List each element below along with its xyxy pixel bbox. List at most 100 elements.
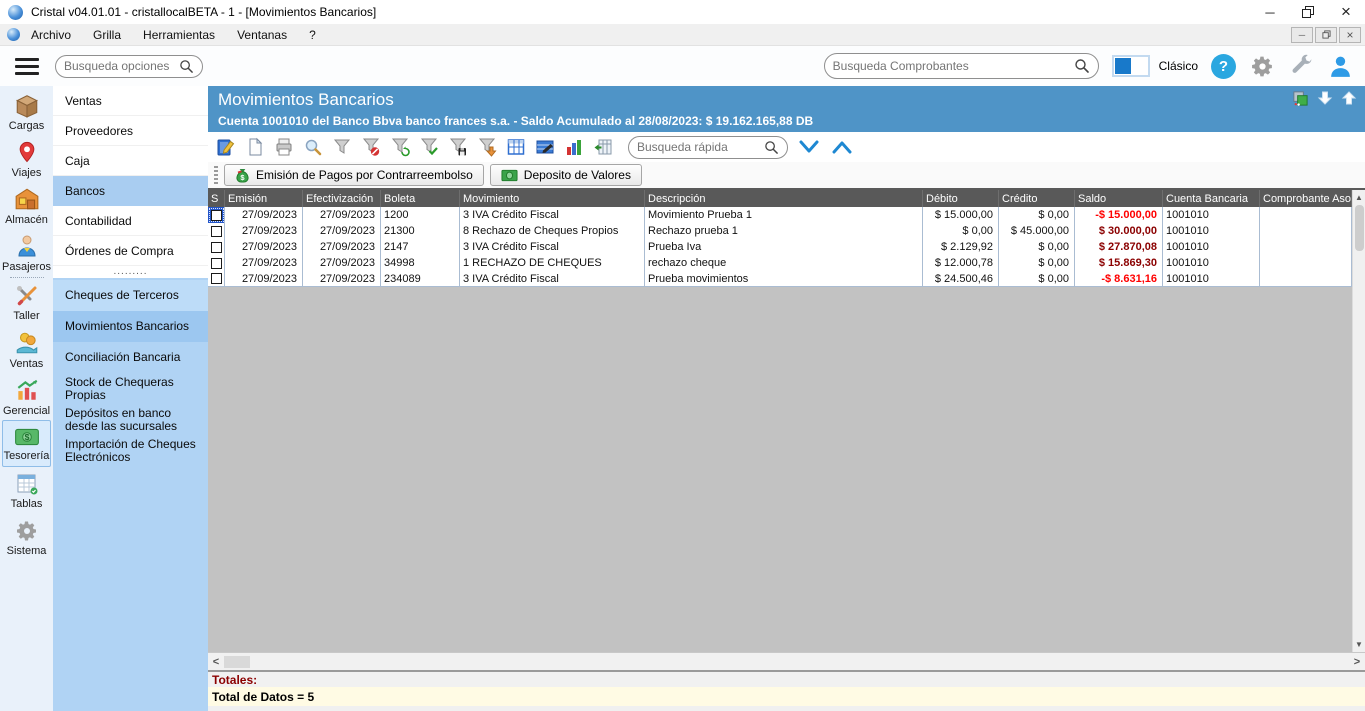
row-checkbox[interactable] bbox=[211, 273, 222, 284]
row-checkbox[interactable] bbox=[211, 210, 222, 221]
nav-item-taller[interactable]: Taller bbox=[2, 279, 51, 326]
user-icon[interactable] bbox=[1327, 53, 1353, 79]
quick-search[interactable] bbox=[628, 136, 788, 159]
search-records-icon[interactable] bbox=[303, 137, 323, 157]
filter-icon[interactable] bbox=[332, 137, 352, 157]
sidebar-item-importacion-cheques[interactable]: Importación de Cheques Electrónicos bbox=[53, 435, 208, 466]
edit-record-icon[interactable] bbox=[216, 137, 236, 157]
menu-ventanas[interactable]: Ventanas bbox=[226, 24, 298, 45]
nav-item-tablas[interactable]: Tablas bbox=[2, 467, 51, 514]
sidebar-item-proveedores[interactable]: Proveedores bbox=[53, 116, 208, 146]
row-checkbox[interactable] bbox=[211, 226, 222, 237]
restore-button[interactable] bbox=[1289, 0, 1327, 24]
print-icon[interactable] bbox=[274, 137, 294, 157]
vertical-scroll-thumb[interactable] bbox=[1355, 205, 1364, 251]
scroll-right-icon[interactable]: > bbox=[1349, 656, 1365, 668]
col-header-efectivizacion[interactable]: Efectivización bbox=[303, 190, 381, 207]
panel-up-icon[interactable] bbox=[1341, 90, 1357, 110]
sidebar-item-ordenes-de-compra[interactable]: Órdenes de Compra bbox=[53, 236, 208, 266]
sidebar-item-stock-chequeras[interactable]: Stock de Chequeras Propias bbox=[53, 373, 208, 404]
row-checkbox-cell[interactable] bbox=[208, 207, 225, 223]
hamburger-menu-icon[interactable] bbox=[15, 58, 39, 75]
col-header-saldo[interactable]: Saldo bbox=[1075, 190, 1163, 207]
row-checkbox[interactable] bbox=[211, 242, 222, 253]
nav-item-sistema[interactable]: Sistema bbox=[2, 514, 51, 561]
menu-grilla[interactable]: Grilla bbox=[82, 24, 132, 45]
sidebar-item-caja[interactable]: Caja bbox=[53, 146, 208, 176]
close-button[interactable]: × bbox=[1327, 0, 1365, 24]
mdi-close-button[interactable]: × bbox=[1339, 27, 1361, 43]
nav-item-almacen[interactable]: Almacén bbox=[2, 182, 51, 229]
options-search[interactable] bbox=[55, 55, 203, 78]
nav-item-ventas[interactable]: Ventas bbox=[2, 326, 51, 373]
grid-columns-icon[interactable] bbox=[506, 137, 526, 157]
table-row[interactable]: 27/09/2023 27/09/2023 234089 3 IVA Crédi… bbox=[208, 271, 1352, 287]
row-checkbox-cell[interactable] bbox=[208, 239, 225, 255]
table-row[interactable]: 27/09/2023 27/09/2023 2147 3 IVA Crédito… bbox=[208, 239, 1352, 255]
tools-wrench-icon[interactable] bbox=[1288, 53, 1314, 79]
scroll-up-icon[interactable]: ▲ bbox=[1353, 190, 1365, 205]
col-header-debito[interactable]: Débito bbox=[923, 190, 999, 207]
layout-color-icon[interactable] bbox=[1292, 90, 1309, 110]
row-checkbox[interactable] bbox=[211, 258, 222, 269]
nav-item-pasajeros[interactable]: Pasajeros bbox=[2, 229, 51, 276]
new-record-icon[interactable] bbox=[245, 137, 265, 157]
col-header-s[interactable]: S bbox=[208, 190, 225, 207]
col-header-descripcion[interactable]: Descripción bbox=[645, 190, 923, 207]
emision-pagos-button[interactable]: $ Emisión de Pagos por Contrarreembolso bbox=[224, 164, 484, 186]
filter-refresh-icon[interactable] bbox=[390, 137, 410, 157]
nav-item-tesoreria[interactable]: $ Tesorería bbox=[2, 420, 51, 467]
vertical-scrollbar[interactable]: ▲ ▼ bbox=[1352, 190, 1365, 652]
horizontal-scrollbar[interactable]: < > bbox=[208, 652, 1365, 670]
settings-gear-icon[interactable] bbox=[1249, 53, 1275, 79]
sidebar-item-depositos-sucursales[interactable]: Depósitos en banco desde las sucursales bbox=[53, 404, 208, 435]
help-icon[interactable]: ? bbox=[1211, 54, 1236, 79]
row-checkbox-cell[interactable] bbox=[208, 255, 225, 271]
nav-item-gerencial[interactable]: Gerencial bbox=[2, 373, 51, 420]
table-row[interactable]: 27/09/2023 27/09/2023 21300 8 Rechazo de… bbox=[208, 223, 1352, 239]
table-row[interactable]: 27/09/2023 27/09/2023 1200 3 IVA Crédito… bbox=[208, 207, 1352, 223]
grid-edit-icon[interactable] bbox=[535, 137, 555, 157]
scroll-left-icon[interactable]: < bbox=[208, 656, 224, 668]
scroll-down-icon[interactable]: ▼ bbox=[1353, 637, 1365, 652]
row-checkbox-cell[interactable] bbox=[208, 223, 225, 239]
mdi-minimize-button[interactable]: ─ bbox=[1291, 27, 1313, 43]
toolbar-grip[interactable] bbox=[214, 166, 218, 184]
grid-add-icon[interactable] bbox=[593, 137, 613, 157]
row-checkbox-cell[interactable] bbox=[208, 271, 225, 286]
sidebar-item-cheques-de-terceros[interactable]: Cheques de Terceros bbox=[53, 280, 208, 311]
menu-archivo[interactable]: Archivo bbox=[20, 24, 82, 45]
menu-herramientas[interactable]: Herramientas bbox=[132, 24, 226, 45]
menu-help[interactable]: ? bbox=[298, 24, 327, 45]
expand-down-icon[interactable] bbox=[797, 138, 821, 156]
sidebar-item-contabilidad[interactable]: Contabilidad bbox=[53, 206, 208, 236]
col-header-comprobante[interactable]: Comprobante Aso bbox=[1260, 190, 1352, 207]
mdi-restore-button[interactable] bbox=[1315, 27, 1337, 43]
chart-icon[interactable] bbox=[564, 137, 584, 157]
deposito-valores-button[interactable]: Deposito de Valores bbox=[490, 164, 642, 186]
options-search-input[interactable] bbox=[64, 59, 179, 73]
nav-item-viajes[interactable]: Viajes bbox=[2, 135, 51, 182]
filter-export-icon[interactable] bbox=[477, 137, 497, 157]
filter-apply-icon[interactable] bbox=[419, 137, 439, 157]
horizontal-scroll-thumb[interactable] bbox=[224, 656, 250, 668]
filter-save-icon[interactable] bbox=[448, 137, 468, 157]
table-row[interactable]: 27/09/2023 27/09/2023 34998 1 RECHAZO DE… bbox=[208, 255, 1352, 271]
sidebar-item-movimientos-bancarios[interactable]: Movimientos Bancarios bbox=[53, 311, 208, 342]
sidebar-item-ventas[interactable]: Ventas bbox=[53, 86, 208, 116]
col-header-cuenta-bancaria[interactable]: Cuenta Bancaria bbox=[1163, 190, 1260, 207]
quick-search-input[interactable] bbox=[637, 140, 764, 154]
col-header-movimiento[interactable]: Movimiento bbox=[460, 190, 645, 207]
sidebar-splitter[interactable]: ......... bbox=[53, 266, 208, 278]
comprobantes-search[interactable] bbox=[824, 53, 1099, 79]
sidebar-item-conciliacion-bancaria[interactable]: Conciliación Bancaria bbox=[53, 342, 208, 373]
classic-toggle[interactable] bbox=[1112, 55, 1150, 77]
panel-down-icon[interactable] bbox=[1317, 90, 1333, 110]
collapse-up-icon[interactable] bbox=[830, 138, 854, 156]
col-header-boleta[interactable]: Boleta bbox=[381, 190, 460, 207]
col-header-credito[interactable]: Crédito bbox=[999, 190, 1075, 207]
nav-item-cargas[interactable]: Cargas bbox=[2, 88, 51, 135]
filter-clear-icon[interactable] bbox=[361, 137, 381, 157]
sidebar-item-bancos[interactable]: Bancos bbox=[53, 176, 208, 206]
comprobantes-search-input[interactable] bbox=[833, 59, 1074, 73]
